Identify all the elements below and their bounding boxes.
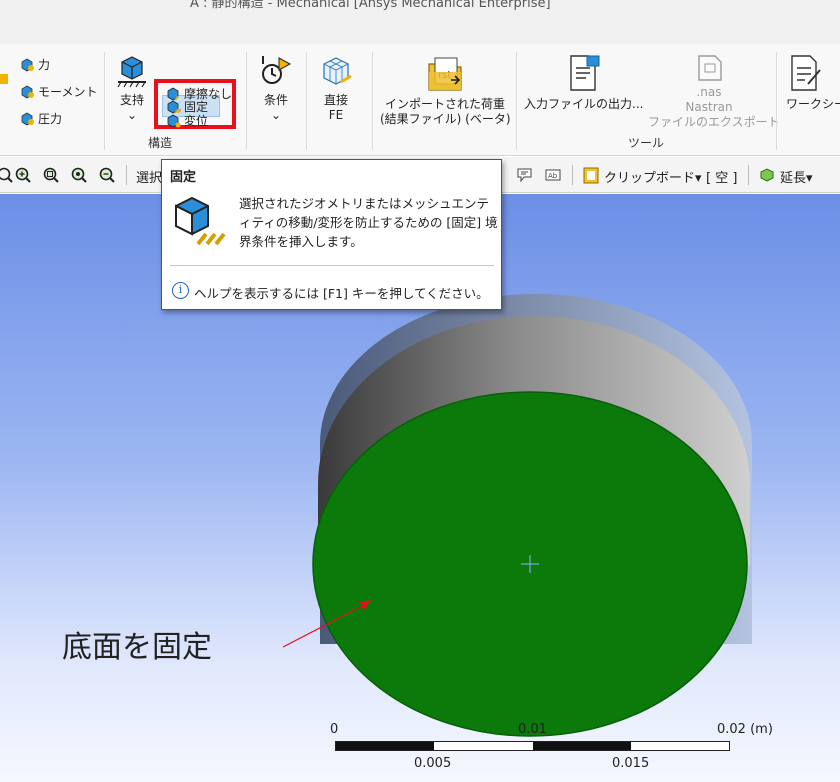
imported-loads-icon: rst [428,57,462,91]
label-icon[interactable]: Ab [544,166,562,184]
moment-button[interactable]: モーメント [20,81,98,101]
tooltip-body: 選択されたジオメトリまたはメッシュエンティティの移動/変形を防止するための [固… [239,196,498,249]
window-title: A : 静的構造 - Mechanical [Ansys Mechanical … [190,0,551,11]
scale-segment [336,742,435,750]
nastran-file-icon [698,55,722,81]
worksheet-button[interactable]: ワークシー [786,54,840,112]
tooltip-title: 固定 [170,170,197,185]
group-label-structural: 構造 [148,136,173,150]
svg-text:Ab: Ab [548,172,558,180]
ribbon: 力 モーメント 圧力 支持 ⌄ 固定 摩擦なし 変位 構造 条件 ⌄ 直接 FE… [0,44,840,156]
title-bar: A : 静的構造 - Mechanical [Ansys Mechanical … [0,0,840,44]
tooltip-divider [170,265,494,266]
displacement-icon [167,114,181,127]
toolbar-separator [126,165,127,185]
write-input-file-button[interactable]: 入力ファイルの出力... [524,54,643,112]
scale-label-0: 0 [330,722,339,737]
ribbon-separator [246,52,247,150]
moment-icon [21,85,34,98]
ribbon-separator [776,52,777,150]
zoom-box-icon[interactable] [70,166,88,184]
input-file-icon [570,55,600,91]
ribbon-separator [516,52,517,150]
conditions-button[interactable]: 条件 ⌄ [254,54,298,123]
clipboard-state: [ 空 ] [706,171,738,186]
support-button[interactable]: 支持 ⌄ [112,54,152,123]
chevron-down-icon: ▾ [806,171,813,186]
select-menu[interactable]: 選択 [136,167,162,186]
chevron-down-icon: ⌄ [126,108,138,122]
force-icon [21,58,34,71]
imported-loads-button[interactable]: rst インポートされた荷重 (結果ファイル) (ベータ) [380,54,511,127]
tooltip-help: ヘルプを表示するには [F1] キーを押してください。 [194,286,489,301]
zoom-icon[interactable] [0,166,14,184]
frictionless-button[interactable]: 摩擦なし [166,83,232,103]
ribbon-separator [306,52,307,150]
scale-bar [335,741,730,751]
direct-fe-button[interactable]: 直接 FE [314,54,358,123]
support-icon [117,56,146,88]
scale-label-002: 0.02 (m) [717,722,773,737]
load-arrow-icon [0,74,8,84]
frictionless-icon [167,87,179,100]
toolbar-separator [748,165,749,185]
zoom-to-fit-icon[interactable] [42,166,60,184]
scale-segment [532,742,631,750]
direct-fe-icon [323,57,352,85]
worksheet-icon [791,55,821,91]
clipboard-icon [583,167,599,184]
scale-segment [434,742,533,750]
scale-label-0015: 0.015 [612,756,650,771]
info-icon: i [172,282,189,299]
nastran-export-button[interactable]: .nas Nastran ファイルのエクスポート [648,54,780,130]
annotation-label: 底面を固定 [62,630,212,665]
chevron-down-icon: ▾ [695,171,702,186]
ribbon-separator [104,52,105,150]
extend-menu[interactable]: 延長▾ [780,167,813,186]
extend-icon [760,168,774,182]
force-button[interactable]: 力 [20,54,50,74]
scale-label-0005: 0.005 [414,756,452,771]
scale-label-001: 0.01 [518,722,547,737]
pressure-button[interactable]: 圧力 [20,108,62,128]
fixed-support-tooltip: 固定 選択されたジオメトリまたはメッシュエンティティの移動/変形を防止するための… [161,159,502,310]
zoom-out-icon[interactable] [98,166,116,184]
toolbar-separator [572,165,573,185]
clipboard-menu[interactable]: クリップボード▾ [604,167,702,186]
chevron-down-icon: ⌄ [270,108,282,122]
scale-segment [630,742,729,750]
annotation-icon[interactable] [516,166,534,184]
pressure-icon [21,112,34,125]
fixed-support-large-icon [175,196,226,246]
zoom-in-icon[interactable] [14,166,32,184]
displacement-button[interactable]: 変位 [166,110,208,130]
ribbon-separator [372,52,373,150]
group-label-tools: ツール [628,136,665,150]
conditions-icon [262,56,292,84]
